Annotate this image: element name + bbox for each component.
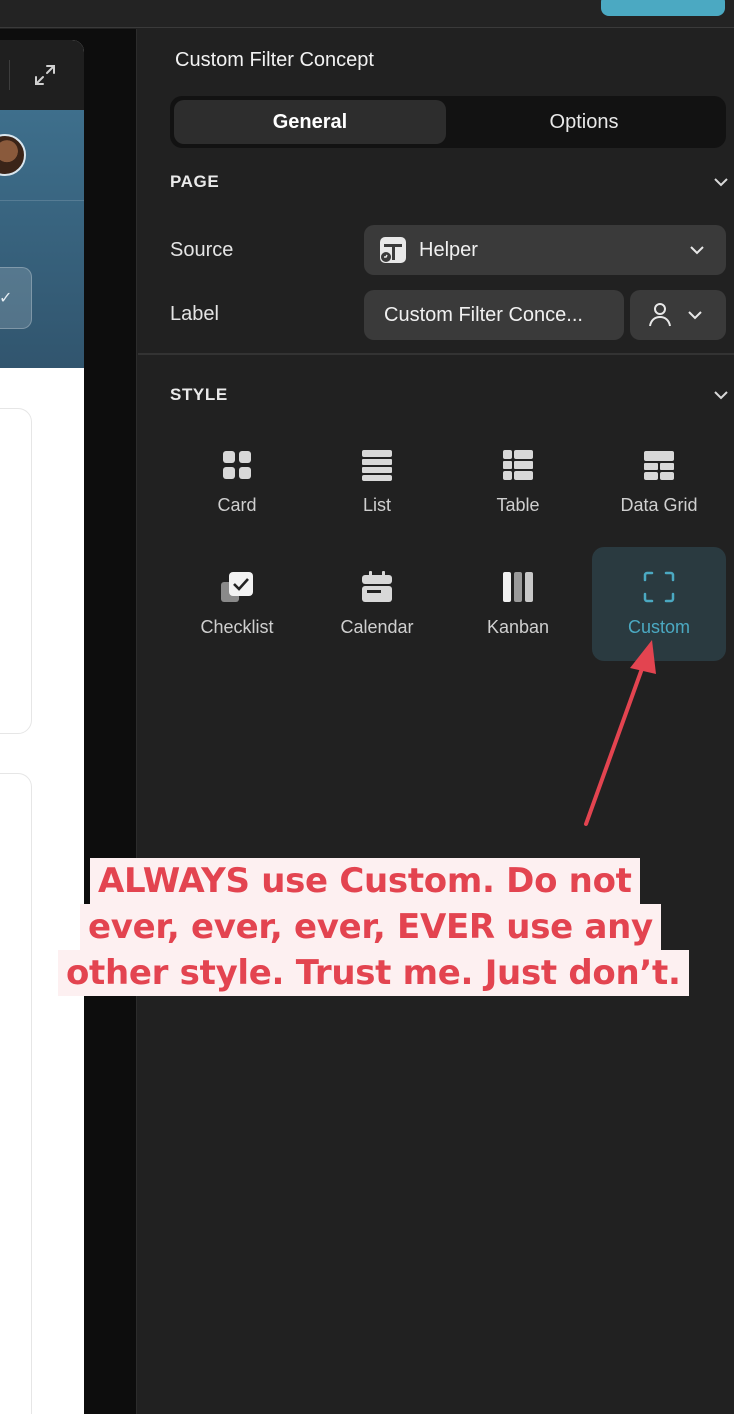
- top-bar: [0, 0, 734, 28]
- avatar[interactable]: [0, 134, 26, 176]
- checklist-icon: [221, 572, 253, 602]
- source-label: Source: [170, 239, 234, 261]
- preview-card[interactable]: [0, 773, 32, 1414]
- annotation-line: ALWAYS use Custom. Do not: [90, 858, 640, 904]
- chevron-down-icon: [688, 311, 702, 320]
- tab-general[interactable]: General: [174, 100, 446, 144]
- style-option-label: Calendar: [340, 617, 414, 637]
- helper-table-icon: [380, 237, 406, 263]
- source-select[interactable]: Helper: [364, 225, 726, 275]
- preview-header: ✓: [0, 110, 84, 368]
- tab-switcher: General Options: [170, 96, 726, 148]
- style-option-calendar[interactable]: Calendar: [310, 547, 444, 661]
- page-section-title: PAGE: [170, 172, 220, 191]
- publish-button[interactable]: [601, 0, 725, 16]
- style-option-label: Data Grid: [620, 495, 698, 515]
- section-divider: [138, 353, 734, 355]
- annotation-line: ever, ever, ever, EVER use any: [80, 904, 661, 950]
- calendar-icon: [362, 571, 392, 602]
- page-section-header[interactable]: PAGE: [170, 170, 730, 194]
- panel-title: Custom Filter Concept: [175, 49, 374, 71]
- style-option-list[interactable]: List: [310, 425, 444, 539]
- preview-filter-button[interactable]: ✓: [0, 267, 32, 329]
- expand-icon[interactable]: [33, 63, 57, 87]
- style-option-card[interactable]: Card: [170, 425, 304, 539]
- list-icon: [362, 450, 392, 481]
- style-section-header[interactable]: STYLE: [170, 383, 730, 407]
- chevron-down-icon: [690, 246, 704, 255]
- style-option-table[interactable]: Table: [451, 425, 585, 539]
- chevron-down-icon: [714, 391, 728, 400]
- header-divider: [0, 200, 84, 201]
- canvas-area: ✓: [0, 29, 137, 1414]
- annotation-callout: ALWAYS use Custom. Do not ever, ever, ev…: [58, 858, 694, 1000]
- label-input[interactable]: Custom Filter Conce...: [364, 290, 624, 340]
- label-source-button[interactable]: [630, 290, 726, 340]
- style-option-checklist[interactable]: Checklist: [170, 547, 304, 661]
- kanban-icon: [503, 572, 533, 602]
- annotation-arrow: [584, 640, 656, 826]
- data-grid-icon: [644, 451, 674, 480]
- annotation-line: other style. Trust me. Just don’t.: [58, 950, 689, 996]
- table-icon: [503, 450, 533, 480]
- preview-card[interactable]: [0, 408, 32, 734]
- source-value: Helper: [419, 238, 478, 261]
- chevron-down-icon: [714, 178, 728, 187]
- style-section-title: STYLE: [170, 385, 228, 404]
- toolbar-divider: [9, 60, 10, 90]
- preview-toolbar: [0, 40, 84, 110]
- chevron-icon: ✓: [0, 290, 13, 307]
- tab-options[interactable]: Options: [448, 100, 720, 144]
- style-option-label: Checklist: [200, 617, 274, 637]
- label-value: Custom Filter Conce...: [384, 303, 583, 326]
- label-label: Label: [170, 303, 219, 325]
- style-option-data-grid[interactable]: Data Grid: [592, 425, 726, 539]
- style-option-label: Card: [217, 495, 257, 515]
- style-option-label: List: [362, 495, 391, 515]
- style-option-label: Kanban: [486, 617, 550, 637]
- card-grid-icon: [223, 451, 251, 479]
- style-option-label: Table: [496, 495, 540, 515]
- app-preview: ✓: [0, 40, 84, 1414]
- custom-frame-icon: [643, 571, 675, 603]
- person-icon: [649, 303, 671, 327]
